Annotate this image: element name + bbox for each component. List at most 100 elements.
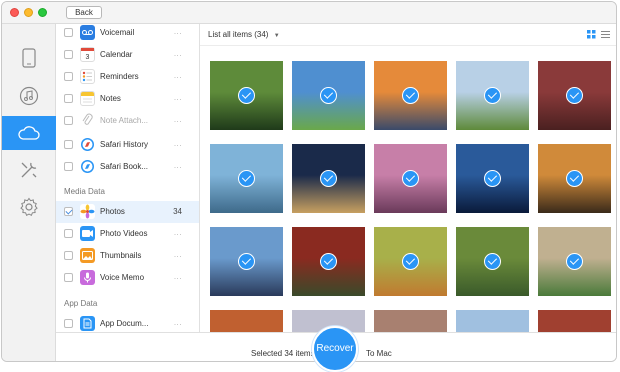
content-toolbar: List all items (34) ▼ <box>200 24 616 46</box>
sidebar-item-label: Photo Videos <box>100 229 148 238</box>
more-indicator: ... <box>173 161 182 170</box>
checkbox[interactable] <box>64 28 73 37</box>
safari-icon <box>80 137 95 152</box>
photo-thumbnail[interactable] <box>538 144 611 213</box>
more-indicator: ... <box>173 49 182 58</box>
checkbox[interactable] <box>64 50 73 59</box>
sidebar-item-safari-history[interactable]: Safari History ... <box>56 134 199 156</box>
photo-thumbnail[interactable] <box>538 310 611 332</box>
zoom-window-button[interactable] <box>38 8 47 17</box>
sidebar-item-safari-bookmarks[interactable]: Safari Book... ... <box>56 156 199 178</box>
selected-check-icon[interactable] <box>566 87 583 104</box>
photo-thumbnail[interactable] <box>292 61 365 130</box>
checkbox[interactable] <box>64 116 73 125</box>
calendar-icon: 3 <box>80 47 95 62</box>
photo-thumbnail[interactable] <box>374 227 447 296</box>
selected-check-icon[interactable] <box>566 253 583 270</box>
sidebar-item-label: Safari Book... <box>100 162 149 171</box>
photo-thumbnail[interactable] <box>456 61 529 130</box>
gear-icon[interactable] <box>2 190 56 224</box>
safari-bookmark-icon <box>80 159 95 174</box>
left-icon-bar <box>2 24 56 361</box>
checkbox[interactable] <box>64 229 73 238</box>
checkbox[interactable] <box>64 273 73 282</box>
photo-thumbnail[interactable] <box>456 310 529 332</box>
photo-thumbnail[interactable] <box>210 227 283 296</box>
checkbox[interactable] <box>64 94 73 103</box>
photo-thumbnail[interactable] <box>538 227 611 296</box>
sidebar-item-reminders[interactable]: Reminders ... <box>56 66 199 88</box>
photo-videos-icon <box>80 226 95 241</box>
category-sidebar: Voicemail ... 3 Calendar ... Reminders .… <box>56 24 200 332</box>
selected-check-icon[interactable] <box>238 87 255 104</box>
more-indicator: ... <box>173 250 182 259</box>
more-indicator: ... <box>173 27 182 36</box>
section-header-app: App Data <box>64 299 98 308</box>
sidebar-item-notes[interactable]: Notes ... <box>56 88 199 110</box>
sidebar-item-label: Notes <box>100 94 121 103</box>
checkbox[interactable] <box>64 251 73 260</box>
photo-thumbnail[interactable] <box>456 144 529 213</box>
sidebar-item-photos[interactable]: Photos 34 <box>56 201 199 223</box>
selected-check-icon[interactable] <box>320 253 337 270</box>
sidebar-item-photo-videos[interactable]: Photo Videos ... <box>56 223 199 245</box>
selected-check-icon[interactable] <box>238 170 255 187</box>
selected-check-icon[interactable] <box>320 170 337 187</box>
voicemail-icon <box>80 25 95 40</box>
sidebar-item-label: Voice Memo <box>100 273 145 282</box>
sidebar-item-note-attachments[interactable]: Note Attach... ... <box>56 110 199 132</box>
selected-check-icon[interactable] <box>238 253 255 270</box>
sidebar-item-voicemail[interactable]: Voicemail ... <box>56 24 199 44</box>
photo-thumbnail[interactable] <box>292 227 365 296</box>
selected-check-icon[interactable] <box>402 170 419 187</box>
list-filter-dropdown[interactable]: List all items (34) ▼ <box>208 30 280 39</box>
tools-icon[interactable] <box>2 153 56 187</box>
minimize-window-button[interactable] <box>24 8 33 17</box>
photo-thumbnail[interactable] <box>292 144 365 213</box>
selected-check-icon[interactable] <box>484 87 501 104</box>
checkbox[interactable] <box>64 207 73 216</box>
selected-check-icon[interactable] <box>402 253 419 270</box>
close-window-button[interactable] <box>10 8 19 17</box>
cloud-icon[interactable] <box>2 116 56 150</box>
selected-check-icon[interactable] <box>484 253 501 270</box>
grid-view-icon[interactable] <box>587 30 596 39</box>
titlebar: Back <box>2 2 616 24</box>
back-button[interactable]: Back <box>66 6 102 19</box>
selected-check-icon[interactable] <box>484 170 501 187</box>
photo-thumbnail[interactable] <box>210 310 283 332</box>
sidebar-item-voice-memo[interactable]: Voice Memo ... <box>56 267 199 289</box>
photo-thumbnail[interactable] <box>374 61 447 130</box>
music-icon[interactable] <box>2 79 56 113</box>
sidebar-item-label: Safari History <box>100 140 149 149</box>
selected-check-icon[interactable] <box>402 87 419 104</box>
photo-thumbnail[interactable] <box>210 61 283 130</box>
app-document-icon <box>80 316 95 331</box>
selected-check-icon[interactable] <box>566 170 583 187</box>
sidebar-item-label: Reminders <box>100 72 139 81</box>
more-indicator: ... <box>173 115 182 124</box>
thumbnails-icon <box>80 248 95 263</box>
selected-check-icon[interactable] <box>320 87 337 104</box>
sidebar-item-calendar[interactable]: 3 Calendar ... <box>56 44 199 66</box>
device-icon[interactable] <box>2 41 56 75</box>
recover-button[interactable]: Recover <box>312 326 358 372</box>
more-indicator: ... <box>173 71 182 80</box>
checkbox[interactable] <box>64 162 73 171</box>
more-indicator: ... <box>173 228 182 237</box>
checkbox[interactable] <box>64 72 73 81</box>
app-window: Back Voicemail ... 3 Calendar ... Remind… <box>1 1 617 362</box>
list-view-icon[interactable] <box>601 30 610 39</box>
checkbox[interactable] <box>64 319 73 328</box>
photo-thumbnail[interactable] <box>374 310 447 332</box>
sidebar-item-thumbnails[interactable]: Thumbnails ... <box>56 245 199 267</box>
photo-thumbnail[interactable] <box>374 144 447 213</box>
more-indicator: ... <box>173 272 182 281</box>
sidebar-item-label: App Docum... <box>100 319 149 328</box>
photo-thumbnail[interactable] <box>210 144 283 213</box>
photo-thumbnail[interactable] <box>538 61 611 130</box>
sidebar-item-app-documents[interactable]: App Docum... ... <box>56 313 199 332</box>
sidebar-item-label: Voicemail <box>100 28 135 37</box>
checkbox[interactable] <box>64 140 73 149</box>
photo-thumbnail[interactable] <box>456 227 529 296</box>
